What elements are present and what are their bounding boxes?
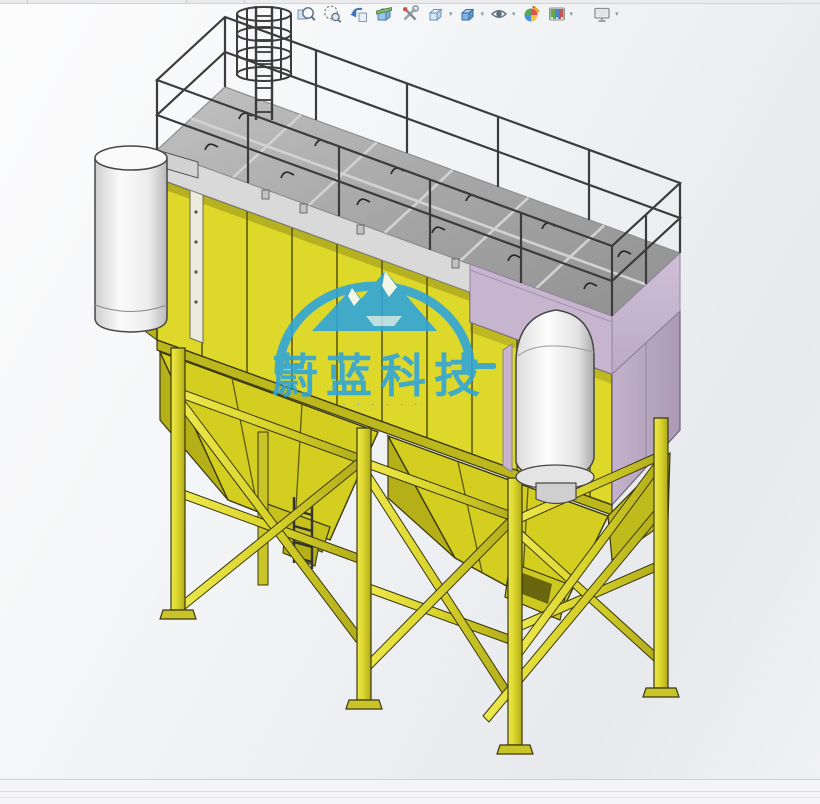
model-canvas[interactable]: 蔚蓝科技 · · · · · · — [0, 0, 820, 779]
leg-front-mid — [357, 428, 371, 700]
zoom-to-area-icon — [322, 4, 342, 24]
view-orientation-icon — [426, 4, 446, 24]
display-style-icon — [458, 4, 478, 24]
leg-front-left — [171, 348, 185, 610]
hide-show-items-button[interactable] — [487, 2, 511, 26]
watermark-subtext: · · · · · · — [343, 400, 422, 411]
edit-appearance-button[interactable] — [519, 2, 543, 26]
status-bar — [0, 779, 820, 804]
view-orientation-button[interactable] — [424, 2, 448, 26]
hide-show-items-icon — [489, 4, 509, 24]
view-tools-icon — [400, 4, 420, 24]
dust-collector-model[interactable]: 蔚蓝科技 · · · · · · — [95, 6, 680, 754]
corner-channel — [190, 190, 203, 343]
previous-view-icon — [348, 4, 368, 24]
view-settings-caret[interactable]: ▾ — [615, 2, 619, 26]
display-style-button[interactable] — [456, 2, 480, 26]
view-settings-icon — [592, 4, 612, 24]
apply-scene-caret[interactable]: ▾ — [570, 2, 574, 26]
heads-up-view-toolbar: ▾ ▾ ▾ ▾ — [294, 2, 620, 26]
apply-scene-icon — [547, 4, 567, 24]
view-orientation-caret[interactable]: ▾ — [449, 2, 453, 26]
section-view-icon — [374, 4, 394, 24]
previous-view-button[interactable] — [346, 2, 370, 26]
cad-viewport[interactable]: 蔚蓝科技 · · · · · · — [0, 0, 820, 779]
view-tools-button[interactable] — [398, 2, 422, 26]
hide-show-items-caret[interactable]: ▾ — [512, 2, 516, 26]
leg-front-right — [508, 478, 522, 745]
section-view-button[interactable] — [372, 2, 396, 26]
zoom-to-fit-icon — [296, 4, 316, 24]
apply-scene-button[interactable] — [545, 2, 569, 26]
watermark-text: 蔚蓝科技 — [272, 349, 488, 403]
edit-appearance-icon — [521, 4, 541, 24]
display-style-caret[interactable]: ▾ — [481, 2, 485, 26]
zoom-to-area-button[interactable] — [320, 2, 344, 26]
zoom-to-fit-button[interactable] — [294, 2, 318, 26]
leg-back-right — [654, 418, 668, 688]
view-settings-button[interactable] — [590, 2, 614, 26]
